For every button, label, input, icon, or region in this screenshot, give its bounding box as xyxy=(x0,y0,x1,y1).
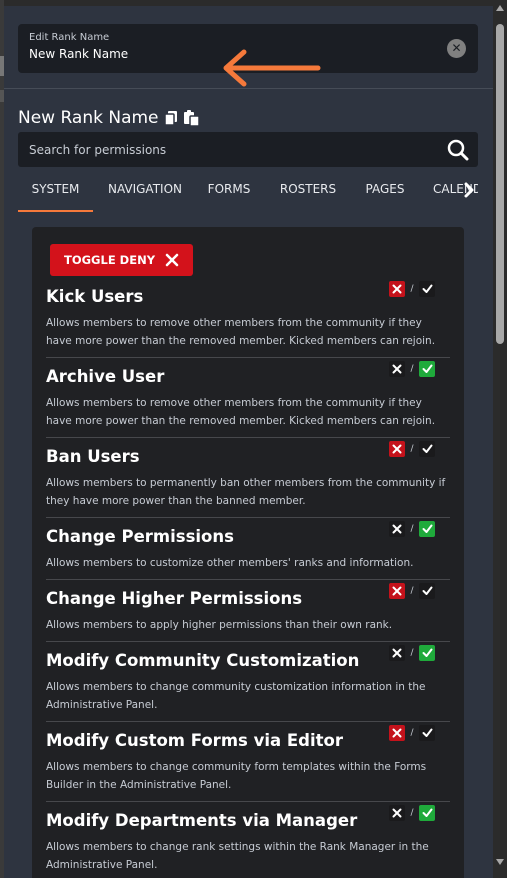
permission-toggle[interactable]: / xyxy=(389,441,435,457)
rank-name-field[interactable]: Edit Rank Name New Rank Name ✕ xyxy=(18,24,478,87)
permission-name: Change Higher Permissions xyxy=(46,589,303,608)
scroll-down-icon[interactable] xyxy=(496,859,504,865)
check-icon[interactable] xyxy=(419,281,435,297)
permission-description: Allows members to permanently ban other … xyxy=(46,477,446,507)
tab-system[interactable]: SYSTEM xyxy=(18,174,93,212)
x-icon[interactable] xyxy=(389,725,405,741)
tab-pages[interactable]: PAGES xyxy=(357,174,413,212)
permission-toggle[interactable]: / xyxy=(389,583,435,599)
check-icon[interactable] xyxy=(419,805,435,821)
permission-list: TOGGLE DENY Kick Users / Allows members to… xyxy=(32,227,464,878)
permission-separator xyxy=(46,517,450,518)
permission-description: Allows members to change community custo… xyxy=(46,681,426,711)
permission-separator xyxy=(46,641,450,642)
check-icon[interactable] xyxy=(419,725,435,741)
tab-rosters[interactable]: ROSTERS xyxy=(273,174,343,212)
permission-tabs: SYSTEM NAVIGATION FORMS ROSTERS PAGES CA… xyxy=(18,174,478,212)
permission-description: Allows members to apply higher permissio… xyxy=(46,619,393,631)
permission-toggle[interactable]: / xyxy=(389,725,435,741)
check-icon[interactable] xyxy=(419,521,435,537)
permission-description: Allows members to remove other members f… xyxy=(46,397,436,427)
scrollbar-thumb[interactable] xyxy=(496,24,504,344)
permission-description: Allows members to change community form … xyxy=(46,761,427,791)
toggle-divider: / xyxy=(410,586,414,596)
toggle-divider: / xyxy=(410,648,414,658)
rank-name-field-label: Edit Rank Name xyxy=(29,32,110,43)
permission-description: Allows members to change rank settings w… xyxy=(46,841,429,871)
tab-navigation[interactable]: NAVIGATION xyxy=(99,174,191,212)
permission-name: Modify Community Customization xyxy=(46,651,360,670)
check-icon[interactable] xyxy=(419,361,435,377)
permission-toggle[interactable]: / xyxy=(389,281,435,297)
tab-forms[interactable]: FORMS xyxy=(202,174,256,212)
paste-icon[interactable] xyxy=(183,109,201,127)
rank-name-field-value[interactable]: New Rank Name xyxy=(29,47,128,61)
check-icon[interactable] xyxy=(419,645,435,661)
toggle-divider: / xyxy=(410,364,414,374)
copy-icon[interactable] xyxy=(163,110,179,126)
permission-description: Allows members to remove other members f… xyxy=(46,317,436,347)
search-input[interactable] xyxy=(18,132,438,167)
x-icon[interactable] xyxy=(389,583,405,599)
check-icon[interactable] xyxy=(419,441,435,457)
arrow-left-icon xyxy=(223,49,321,87)
rank-title: New Rank Name xyxy=(18,108,201,128)
permission-separator xyxy=(46,721,450,722)
scrollbar[interactable] xyxy=(493,0,507,878)
permission-separator xyxy=(46,579,450,580)
permission-separator xyxy=(46,357,450,358)
permission-toggle[interactable]: / xyxy=(389,361,435,377)
permission-name: Ban Users xyxy=(46,447,140,466)
rank-editor-panel: Edit Rank Name New Rank Name ✕ New Rank … xyxy=(4,6,493,878)
toggle-deny-button[interactable]: TOGGLE DENY xyxy=(50,244,193,276)
toggle-deny-label: TOGGLE DENY xyxy=(64,253,156,267)
permission-toggle[interactable]: / xyxy=(389,645,435,661)
permission-search xyxy=(18,132,478,167)
x-icon[interactable] xyxy=(389,361,405,377)
toggle-divider: / xyxy=(410,444,414,454)
chevron-right-icon[interactable] xyxy=(462,180,476,200)
toggle-divider: / xyxy=(410,728,414,738)
toggle-divider: / xyxy=(410,524,414,534)
permission-toggle[interactable]: / xyxy=(389,521,435,537)
toggle-divider: / xyxy=(410,284,414,294)
permission-separator xyxy=(46,801,450,802)
permission-name: Archive User xyxy=(46,367,165,386)
check-icon[interactable] xyxy=(419,583,435,599)
toggle-divider: / xyxy=(410,808,414,818)
x-icon[interactable] xyxy=(389,281,405,297)
x-icon[interactable] xyxy=(389,805,405,821)
permission-toggle[interactable]: / xyxy=(389,805,435,821)
x-icon xyxy=(165,253,179,267)
permission-name: Change Permissions xyxy=(46,527,234,546)
rank-title-text: New Rank Name xyxy=(18,108,159,128)
permission-name: Kick Users xyxy=(46,287,144,306)
x-icon[interactable] xyxy=(389,645,405,661)
section-divider xyxy=(4,88,493,89)
permission-description: Allows members to customize other member… xyxy=(46,557,414,569)
close-circle-icon[interactable]: ✕ xyxy=(447,39,466,58)
permission-name: Modify Custom Forms via Editor xyxy=(46,731,343,750)
search-icon[interactable] xyxy=(447,139,469,161)
permission-name: Modify Departments via Manager xyxy=(46,811,358,830)
x-icon[interactable] xyxy=(389,441,405,457)
scroll-up-icon[interactable] xyxy=(496,5,504,11)
permission-separator xyxy=(46,437,450,438)
x-icon[interactable] xyxy=(389,521,405,537)
